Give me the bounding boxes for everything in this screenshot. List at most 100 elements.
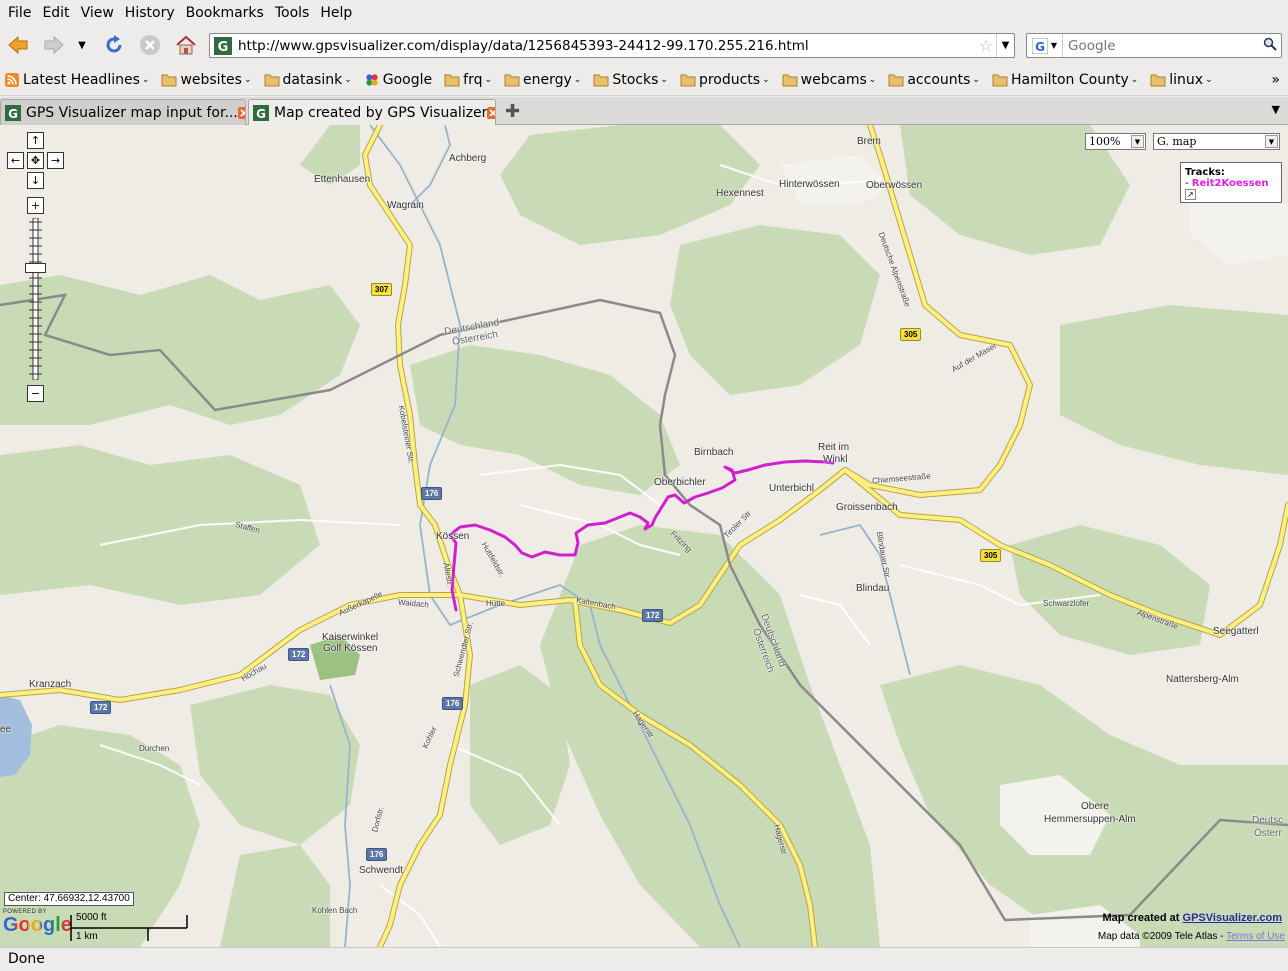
chevron-down-icon: ⌄ xyxy=(868,75,877,85)
google-logo[interactable]: POWERED BY Google xyxy=(3,909,72,935)
search-input[interactable] xyxy=(1063,37,1259,54)
stop-button[interactable] xyxy=(138,33,162,57)
map-type-select[interactable]: G. map ▼ xyxy=(1153,133,1280,150)
bookmark-energy[interactable]: energy ⌄ xyxy=(504,72,581,88)
svg-text:G: G xyxy=(1035,40,1045,54)
place-label: Unterbichl xyxy=(769,483,815,494)
arrow-up-icon: ↑ xyxy=(30,134,41,147)
status-bar: Done xyxy=(0,947,1288,971)
search-icon[interactable] xyxy=(1259,37,1281,55)
menu-bookmarks[interactable]: Bookmarks xyxy=(182,5,268,21)
pan-up-button[interactable]: ↑ xyxy=(27,132,44,149)
menu-history[interactable]: History xyxy=(121,5,179,21)
bookmark-latest-headlines[interactable]: Latest Headlines ⌄ xyxy=(4,72,149,88)
home-button[interactable] xyxy=(174,33,198,57)
place-label: Hinterwössen xyxy=(779,179,840,190)
chevron-down-icon: ⌄ xyxy=(762,75,770,85)
scale-km: 1 km xyxy=(76,931,98,942)
terms-of-use-link[interactable]: Terms of Use xyxy=(1226,931,1285,942)
folder-icon xyxy=(504,74,520,87)
zoom-out-button[interactable]: − xyxy=(27,385,44,402)
chevron-down-icon: ⌄ xyxy=(1130,75,1139,85)
place-label: Ettenhausen xyxy=(314,174,371,185)
bookmark-star-icon[interactable]: ☆ xyxy=(976,36,996,55)
bookmark-label: websites xyxy=(180,72,242,88)
place-label: Birnbach xyxy=(694,447,734,458)
road-shield: 172 xyxy=(288,648,310,661)
search-engine-selector[interactable]: G ▼ xyxy=(1027,34,1063,57)
menu-edit[interactable]: Edit xyxy=(38,5,73,21)
road-shield: 172 xyxy=(642,609,664,622)
forward-button[interactable] xyxy=(42,33,66,57)
close-tab-icon[interactable] xyxy=(237,106,246,119)
tab-gps-visualizer-input[interactable]: G GPS Visualizer map input for... xyxy=(0,99,246,125)
road-shield: 307 xyxy=(371,283,393,296)
svg-text:G: G xyxy=(256,107,266,121)
bookmark-frq[interactable]: frq ⌄ xyxy=(444,72,492,88)
place-label: Achberg xyxy=(449,153,487,164)
place-label: Winkl xyxy=(823,454,848,465)
bookmark-linux[interactable]: linux ⌄ xyxy=(1150,72,1213,88)
arrow-down-icon: ↓ xyxy=(30,174,41,187)
place-label: Groissenbach xyxy=(836,502,898,513)
back-button[interactable] xyxy=(6,33,30,57)
close-tab-icon[interactable] xyxy=(487,107,496,119)
chevron-down-icon: ⌄ xyxy=(344,75,352,85)
map-canvas[interactable]: ↑ ← ✥ → ↓ + − 100% ▼ G. map ▼ Tracks: - … xyxy=(0,125,1288,947)
pan-left-button[interactable]: ← xyxy=(7,152,24,169)
bookmark-accounts[interactable]: accounts ⌄ xyxy=(888,72,980,88)
bookmark-products[interactable]: products ⌄ xyxy=(680,72,770,88)
minus-icon: − xyxy=(30,387,41,400)
tab-map-created[interactable]: G Map created by GPS Visualizer xyxy=(248,99,496,126)
folder-icon xyxy=(888,74,904,87)
tab-list-dropdown-icon[interactable]: ▼ xyxy=(1272,103,1280,116)
bookmark-label: frq xyxy=(463,72,483,88)
bookmark-stocks[interactable]: Stocks ⌄ xyxy=(593,72,668,88)
gpsvisualizer-link[interactable]: GPSVisualizer.com xyxy=(1183,912,1282,924)
road-shield: 176 xyxy=(366,848,388,861)
new-tab-icon[interactable]: ✚ xyxy=(505,101,520,122)
menu-help[interactable]: Help xyxy=(316,5,356,21)
border-label: Deutsc xyxy=(1252,815,1284,826)
zoom-slider-track[interactable] xyxy=(27,218,44,380)
zoom-in-button[interactable]: + xyxy=(27,197,44,214)
folder-icon xyxy=(1150,74,1166,87)
reload-icon xyxy=(106,35,122,53)
track-entry[interactable]: - Reit2Koessen ↗ xyxy=(1185,178,1277,200)
zoom-level-select[interactable]: 100% ▼ xyxy=(1085,133,1146,150)
menu-tools[interactable]: Tools xyxy=(271,5,314,21)
chevron-down-icon: ⌄ xyxy=(660,75,668,85)
road-shield: 172 xyxy=(90,701,112,714)
pan-right-button[interactable]: → xyxy=(47,152,64,169)
search-bar[interactable]: G ▼ xyxy=(1026,33,1282,58)
bookmark-google[interactable]: Google xyxy=(364,72,432,88)
reload-button[interactable] xyxy=(102,33,126,57)
place-label: Golf Kössen xyxy=(323,643,378,654)
url-bar[interactable]: G ☆ ▼ xyxy=(209,33,1015,58)
history-dropdown-button[interactable]: ▼ xyxy=(72,33,92,57)
bookmarks-overflow-button[interactable]: » xyxy=(1271,72,1280,88)
bookmark-label: Hamilton County xyxy=(1010,72,1129,88)
pan-down-button[interactable]: ↓ xyxy=(27,172,44,189)
zoom-slider-handle[interactable] xyxy=(25,263,46,273)
pan-center-button[interactable]: ✥ xyxy=(27,152,44,169)
place-label: Kaiserwinkel xyxy=(322,632,379,643)
place-label: Blindau xyxy=(856,583,890,594)
place-label: Oberbichler xyxy=(654,477,706,488)
url-dropdown-icon[interactable]: ▼ xyxy=(996,34,1014,57)
road-shield: 305 xyxy=(980,549,1002,562)
chevron-down-icon: ▼ xyxy=(1265,135,1278,148)
bookmark-label: Latest Headlines xyxy=(23,72,140,88)
bookmark-hamilton-county[interactable]: Hamilton County ⌄ xyxy=(992,72,1138,88)
external-link-icon[interactable]: ↗ xyxy=(1185,189,1196,200)
url-input[interactable] xyxy=(238,37,976,54)
track-name[interactable]: Reit2Koessen xyxy=(1192,178,1269,189)
chevron-down-icon: ⌄ xyxy=(484,75,493,85)
menu-file[interactable]: File xyxy=(4,5,35,21)
folder-icon xyxy=(161,74,177,87)
bookmark-websites[interactable]: websites ⌄ xyxy=(161,72,252,88)
bookmark-webcams[interactable]: webcams ⌄ xyxy=(782,72,877,88)
bookmark-datasink[interactable]: datasink ⌄ xyxy=(264,72,352,88)
navigation-toolbar: ▼ G ☆ ▼ G ▼ xyxy=(0,25,1288,65)
menu-view[interactable]: View xyxy=(77,5,118,21)
